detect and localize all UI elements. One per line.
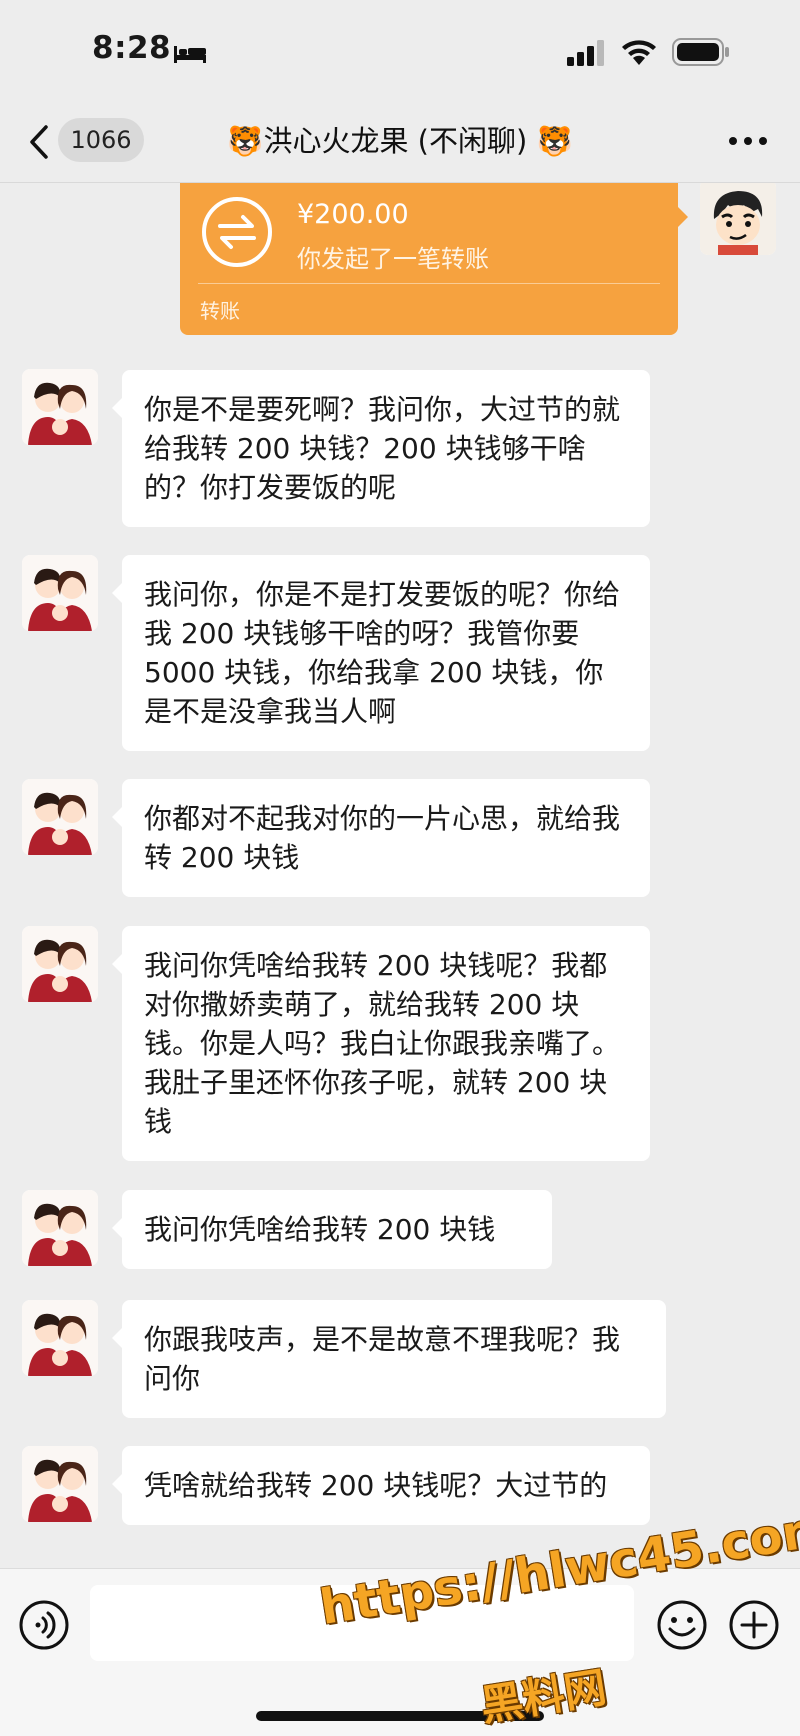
message-input-bar (0, 1568, 800, 1736)
cellular-signal-icon (567, 40, 604, 66)
message-text: 你跟我吱声，是不是故意不理我呢？我问你 (144, 1323, 621, 1395)
contact-avatar[interactable] (22, 555, 98, 631)
transfer-label: 转账 (200, 299, 240, 323)
couple-avatar-icon (22, 926, 98, 1002)
message-bubble[interactable]: 我问你凭啥给我转 200 块钱 (112, 1190, 552, 1269)
message-text: 你是不是要死啊？我问你，大过节的就给我转 200 块钱？200 块钱够干啥的？你… (144, 393, 621, 504)
voice-input-icon[interactable] (18, 1599, 70, 1651)
couple-avatar-icon (22, 1190, 98, 1266)
contact-avatar[interactable] (22, 1446, 98, 1522)
message-text: 我问你凭啥给我转 200 块钱呢？我都对你撒娇卖萌了，就给我转 200 块钱。你… (144, 949, 621, 1138)
transfer-divider (198, 283, 660, 284)
message-text: 我问你凭啥给我转 200 块钱 (144, 1213, 496, 1246)
message-bubble[interactable]: 我问你，你是不是打发要饭的呢？你给我 200 块钱够干啥的呀？我管你要 5000… (112, 555, 650, 751)
message-bubble[interactable]: 凭啥就给我转 200 块钱呢？大过节的 (112, 1446, 650, 1525)
back-chevron-icon[interactable] (28, 124, 50, 160)
contact-avatar[interactable] (22, 779, 98, 855)
contact-avatar[interactable] (22, 1190, 98, 1266)
status-time: 8:28 (92, 30, 172, 66)
message-text: 我问你，你是不是打发要饭的呢？你给我 200 块钱够干啥的呀？我管你要 5000… (144, 578, 621, 728)
contact-avatar[interactable] (22, 369, 98, 445)
emoji-icon[interactable] (656, 1599, 708, 1651)
transfer-arrows-icon (202, 197, 272, 267)
couple-avatar-icon (22, 1446, 98, 1522)
message-bubble[interactable]: 我问你凭啥给我转 200 块钱呢？我都对你撒娇卖萌了，就给我转 200 块钱。你… (112, 926, 650, 1161)
message-bubble[interactable]: 你是不是要死啊？我问你，大过节的就给我转 200 块钱？200 块钱够干啥的？你… (112, 370, 650, 527)
chat-header: 1066 🐯洪心火龙果 (不闲聊) 🐯 (0, 100, 800, 183)
message-bubble[interactable]: 你跟我吱声，是不是故意不理我呢？我问你 (112, 1300, 666, 1418)
contact-avatar[interactable] (22, 1300, 98, 1376)
battery-icon (672, 38, 729, 66)
transfer-message-card[interactable]: ¥200.00 你发起了一笔转账 转账 (180, 183, 688, 335)
message-text: 凭啥就给我转 200 块钱呢？大过节的 (144, 1469, 608, 1502)
couple-avatar-icon (22, 1300, 98, 1376)
message-text-input[interactable] (90, 1585, 634, 1661)
message-bubble[interactable]: 你都对不起我对你的一片心思，就给我转 200 块钱 (112, 779, 650, 897)
chat-message-list[interactable]: ¥200.00 你发起了一笔转账 转账 你是不是要死啊？我问你，大过节的就给我转… (0, 183, 800, 1568)
add-more-icon[interactable] (728, 1599, 780, 1651)
more-options-icon[interactable] (728, 136, 768, 146)
unread-count-badge[interactable]: 1066 (58, 118, 144, 162)
transfer-description: 你发起了一笔转账 (297, 245, 489, 273)
couple-avatar-icon (22, 369, 98, 445)
chat-title: 🐯洪心火龙果 (不闲聊) 🐯 (227, 124, 573, 158)
wifi-icon (622, 40, 656, 65)
home-indicator (256, 1711, 544, 1721)
message-text: 你都对不起我对你的一片心思，就给我转 200 块钱 (144, 802, 621, 874)
status-bar: 8:28 (0, 0, 800, 100)
my-avatar[interactable] (700, 183, 776, 255)
sleep-focus-icon (174, 46, 206, 63)
couple-avatar-icon (22, 555, 98, 631)
cartoon-boy-avatar-icon (700, 183, 776, 255)
contact-avatar[interactable] (22, 926, 98, 1002)
transfer-amount: ¥200.00 (297, 199, 409, 230)
couple-avatar-icon (22, 779, 98, 855)
